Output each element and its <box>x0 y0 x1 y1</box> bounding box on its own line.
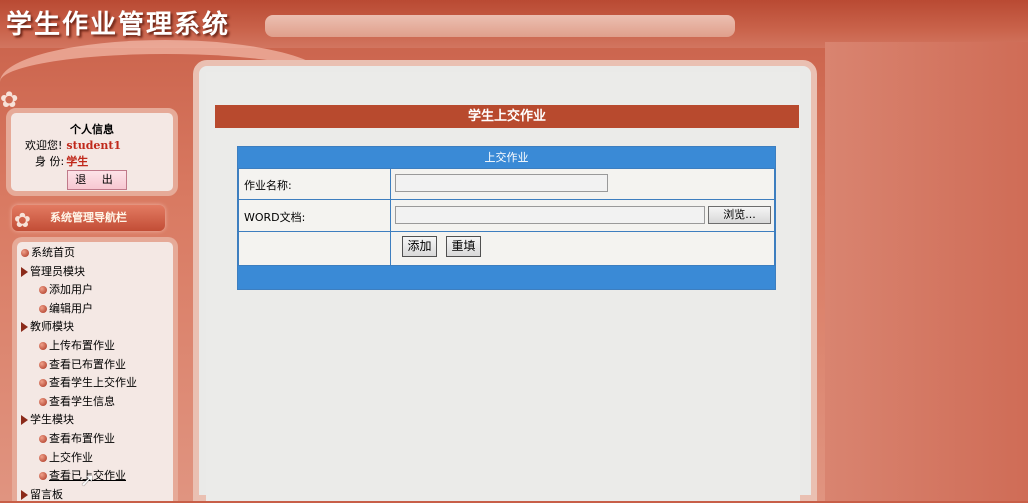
sidebar-item-label: 编辑用户 <box>49 301 93 315</box>
nav-header: 系统管理导航栏 <box>12 205 165 231</box>
add-button[interactable]: 添加 <box>402 236 437 257</box>
form-caption: 上交作业 <box>238 147 775 168</box>
bullet-icon <box>39 360 47 369</box>
sidebar-item-label: 添加用户 <box>49 283 93 297</box>
bullet-icon <box>39 379 47 388</box>
header-decoration-bar <box>265 15 735 37</box>
sidebar-item-label: 上交作业 <box>49 450 93 464</box>
sidebar-item-label: 查看已布置作业 <box>49 357 126 371</box>
user-info-panel: 个人信息 欢迎您! student1 身 份: 学生 退 出 <box>6 108 178 196</box>
role-row: 身 份: 学生 <box>35 153 88 169</box>
bullet-icon <box>39 304 47 313</box>
submit-homework-form: 上交作业 作业名称: WORD文档: 浏览... 添加 重填 <box>237 146 776 290</box>
expand-arrow-icon <box>21 266 28 277</box>
sidebar-item-7[interactable]: 查看学生上交作业 <box>39 375 137 391</box>
expand-arrow-icon <box>21 322 28 333</box>
homework-name-input[interactable] <box>395 174 608 192</box>
sidebar-item-8[interactable]: 查看学生信息 <box>39 394 115 410</box>
reset-button[interactable]: 重填 <box>446 236 481 257</box>
bullet-icon <box>39 472 47 481</box>
flower-icon: ✿ <box>14 208 31 232</box>
role-label: 身 份: <box>35 155 65 168</box>
sidebar-item-label: 上传布置作业 <box>49 339 115 352</box>
bullet-icon <box>39 453 47 462</box>
username: student1 <box>66 139 122 152</box>
role-value: 学生 <box>66 155 89 168</box>
word-doc-file-input[interactable] <box>395 206 705 224</box>
buttons-label-cell <box>238 231 391 266</box>
logout-button[interactable]: 退 出 <box>67 170 127 190</box>
sidebar-item-label: 教师模块 <box>30 320 74 334</box>
sidebar-item-5[interactable]: 上传布置作业 <box>39 338 115 354</box>
homework-name-label: 作业名称: <box>244 179 292 192</box>
sidebar-item-10[interactable]: 查看布置作业 <box>39 431 115 447</box>
expand-arrow-icon <box>21 415 28 426</box>
sidebar-item-label: 系统首页 <box>31 246 75 259</box>
sidebar-item-6[interactable]: 查看已布置作业 <box>39 357 126 373</box>
app-title: 学生作业管理系统 <box>6 10 231 40</box>
browse-button[interactable]: 浏览... <box>708 206 771 224</box>
right-background-panel <box>825 42 1028 501</box>
welcome-row: 欢迎您! student1 <box>25 137 121 153</box>
sidebar-item-label: 查看布置作业 <box>49 432 115 445</box>
bullet-icon <box>39 397 47 406</box>
mouse-cursor-icon: ➚ <box>80 470 96 491</box>
bullet-icon <box>39 286 47 295</box>
sidebar-item-4[interactable]: 教师模块 <box>21 319 74 335</box>
page-title: 学生上交作业 <box>215 105 799 128</box>
bullet-icon <box>39 342 47 350</box>
form-footer <box>238 266 775 289</box>
sidebar-item-label: 管理员模块 <box>30 264 85 278</box>
user-panel-title: 个人信息 <box>70 123 114 136</box>
sidebar-item-label: 查看学生信息 <box>49 394 115 408</box>
nav-tree: 系统首页管理员模块添加用户编辑用户教师模块上传布置作业 查看已布置作业 查看学生上交… <box>12 237 178 501</box>
sidebar-item-3[interactable]: 编辑用户 <box>39 301 93 317</box>
sidebar-item-0[interactable]: 系统首页 <box>21 245 75 261</box>
sidebar-item-1[interactable]: 管理员模块 <box>21 264 85 280</box>
sidebar-item-label: 留言板 <box>30 487 63 501</box>
sidebar-item-13[interactable]: 留言板 <box>21 487 63 503</box>
sidebar-item-9[interactable]: 学生模块 <box>21 412 74 428</box>
sidebar-item-11[interactable]: 上交作业 <box>39 450 93 466</box>
bullet-icon <box>21 249 29 257</box>
bullet-icon <box>39 435 47 443</box>
word-doc-label: WORD文档: <box>244 211 306 224</box>
sidebar-item-2[interactable]: 添加用户 <box>39 282 93 298</box>
expand-arrow-icon <box>21 489 28 500</box>
sidebar-item-label: 学生模块 <box>30 413 74 427</box>
welcome-label: 欢迎您! <box>25 139 63 152</box>
sidebar-item-label: 查看学生上交作业 <box>49 376 137 390</box>
